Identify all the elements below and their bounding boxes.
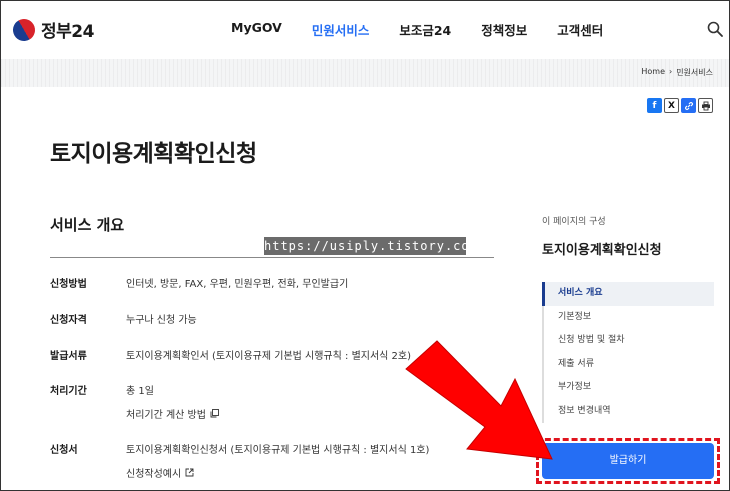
toc-item-additional[interactable]: 부가정보 bbox=[542, 376, 714, 400]
toc-item-method[interactable]: 신청 방법 및 절차 bbox=[542, 329, 714, 353]
toc-item-basic-info[interactable]: 기본정보 bbox=[542, 305, 714, 329]
nav-item-civil-service[interactable]: 민원서비스 bbox=[312, 20, 370, 39]
toc-title: 토지이용계획확인신청 bbox=[542, 243, 662, 258]
toc-heading: 이 페이지의 구성 bbox=[542, 217, 606, 227]
row-label: 신청방법 bbox=[50, 279, 87, 290]
breadcrumb-home[interactable]: Home bbox=[641, 67, 665, 78]
nav-item-customer-center[interactable]: 고객센터 bbox=[557, 20, 603, 39]
row-value: 토지이용계획확인서 (토지이용규제 기본법 시행규칙 : 별지서식 2호) bbox=[126, 351, 412, 362]
breadcrumb-separator: › bbox=[668, 67, 673, 76]
toc-item-documents[interactable]: 제출 서류 bbox=[542, 352, 714, 376]
link-icon[interactable] bbox=[681, 98, 696, 113]
search-icon[interactable] bbox=[707, 21, 723, 37]
facebook-icon[interactable]: f bbox=[647, 98, 662, 113]
row-label: 처리기간 bbox=[50, 386, 87, 397]
external-link-icon bbox=[185, 468, 194, 477]
logo-text: 정부24 bbox=[41, 22, 94, 42]
toc-item-overview[interactable]: 서비스 개요 bbox=[542, 282, 714, 306]
x-icon[interactable]: X bbox=[664, 98, 679, 113]
nav-item-mygov[interactable]: MyGOV bbox=[231, 20, 282, 39]
toc-list: 서비스 개요 기본정보 신청 방법 및 절차 제출 서류 부가정보 정보 변경내… bbox=[542, 282, 714, 423]
row-value: 누구나 신청 가능 bbox=[126, 315, 197, 326]
row-label: 신청자격 bbox=[50, 315, 87, 326]
row-label: 발급서류 bbox=[50, 351, 87, 362]
section-divider bbox=[50, 257, 494, 258]
share-toolbar: f X bbox=[647, 98, 713, 113]
page-title: 토지이용계획확인신청 bbox=[50, 141, 257, 167]
application-example-label: 신청작성예시 bbox=[126, 469, 182, 480]
issue-button[interactable]: 발급하기 bbox=[542, 443, 714, 479]
application-example-link[interactable]: 신청작성예시 bbox=[126, 465, 194, 480]
row-value: 토지이용계획확인신청서 (토지이용규제 기본법 시행규칙 : 별지서식 1호) bbox=[126, 445, 430, 456]
period-calc-link[interactable]: 처리기간 계산 방법 bbox=[126, 406, 219, 421]
taegeuk-icon bbox=[8, 14, 40, 45]
nav-item-policy-info[interactable]: 정책정보 bbox=[481, 20, 527, 39]
breadcrumb: Home › 민원서비스 bbox=[641, 67, 713, 78]
toc-item-history[interactable]: 정보 변경내역 bbox=[542, 399, 714, 423]
gov24-logo[interactable]: 정부24 bbox=[8, 14, 94, 45]
main-nav: MyGOV 민원서비스 보조금24 정책정보 고객센터 bbox=[231, 20, 633, 39]
period-calc-label: 처리기간 계산 방법 bbox=[126, 410, 206, 421]
print-icon[interactable] bbox=[698, 98, 713, 113]
copy-icon bbox=[210, 409, 219, 418]
row-label: 신청서 bbox=[50, 445, 78, 456]
breadcrumb-band: Home › 민원서비스 bbox=[1, 59, 729, 87]
header: 정부24 MyGOV 민원서비스 보조금24 정책정보 고객센터 bbox=[1, 1, 729, 59]
watermark: https://usiply.tistory.com bbox=[264, 237, 478, 255]
row-value: 인터넷, 방문, FAX, 우편, 민원우편, 전화, 무인발급기 bbox=[126, 279, 349, 290]
breadcrumb-current[interactable]: 민원서비스 bbox=[676, 67, 713, 78]
nav-item-subsidy24[interactable]: 보조금24 bbox=[399, 20, 451, 39]
row-value: 총 1일 bbox=[126, 386, 154, 397]
overview-title: 서비스 개요 bbox=[50, 216, 125, 234]
